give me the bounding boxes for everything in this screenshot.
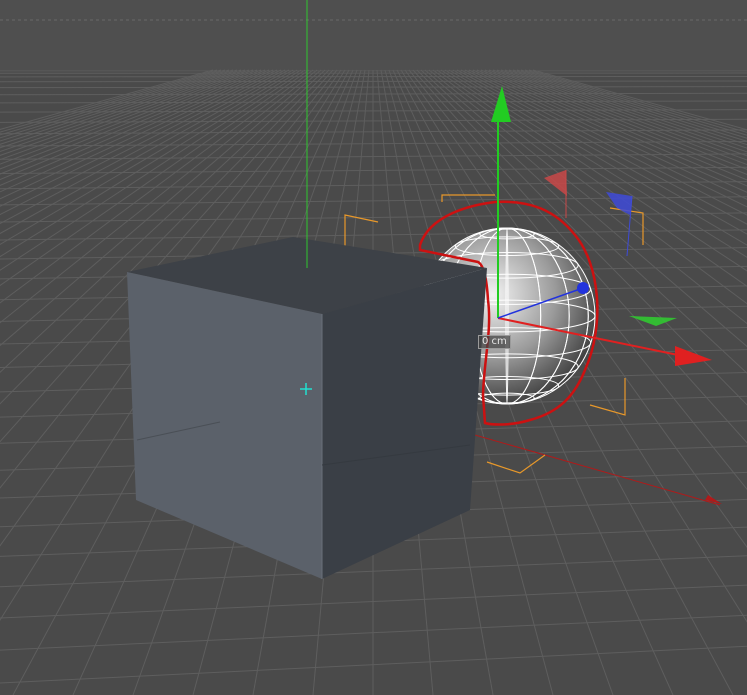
gizmo-z-handle-icon[interactable] xyxy=(577,282,589,294)
3d-viewport[interactable] xyxy=(0,0,747,695)
distance-readout: 0 cm xyxy=(478,335,511,349)
sky-region xyxy=(0,0,747,70)
